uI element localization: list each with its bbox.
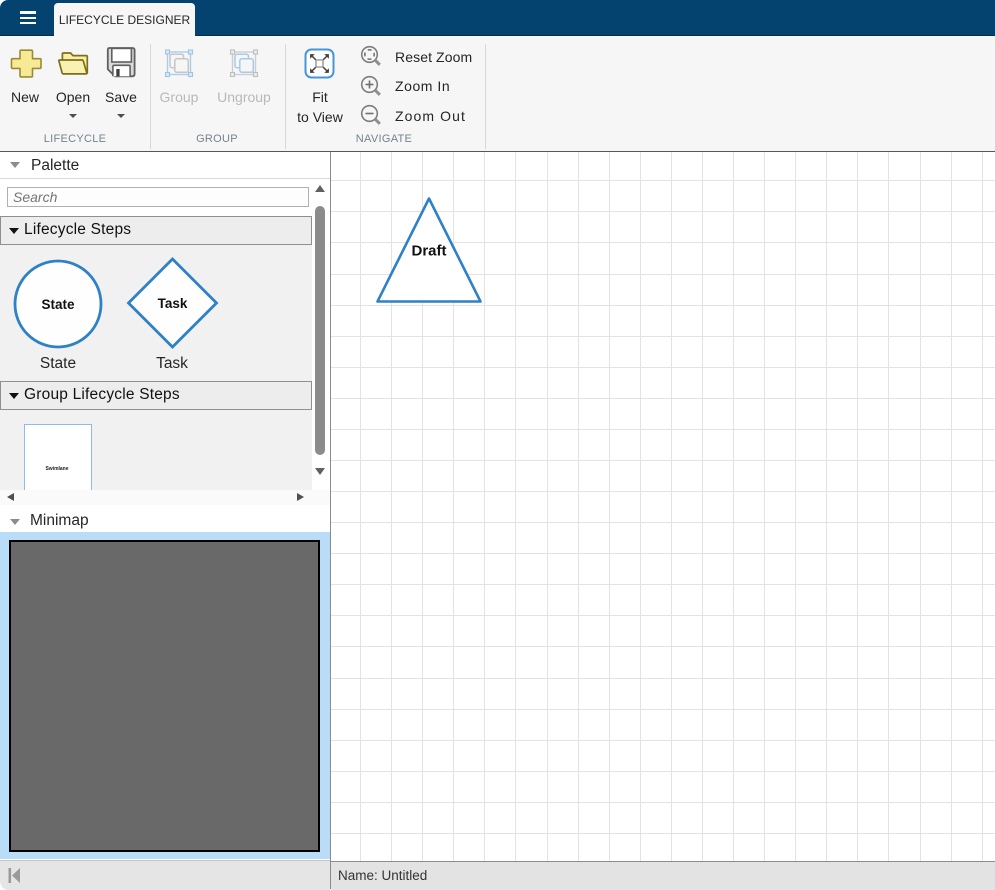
svg-text:Task: Task xyxy=(158,296,188,311)
svg-text:State: State xyxy=(41,297,75,312)
svg-text:Draft: Draft xyxy=(411,243,446,260)
